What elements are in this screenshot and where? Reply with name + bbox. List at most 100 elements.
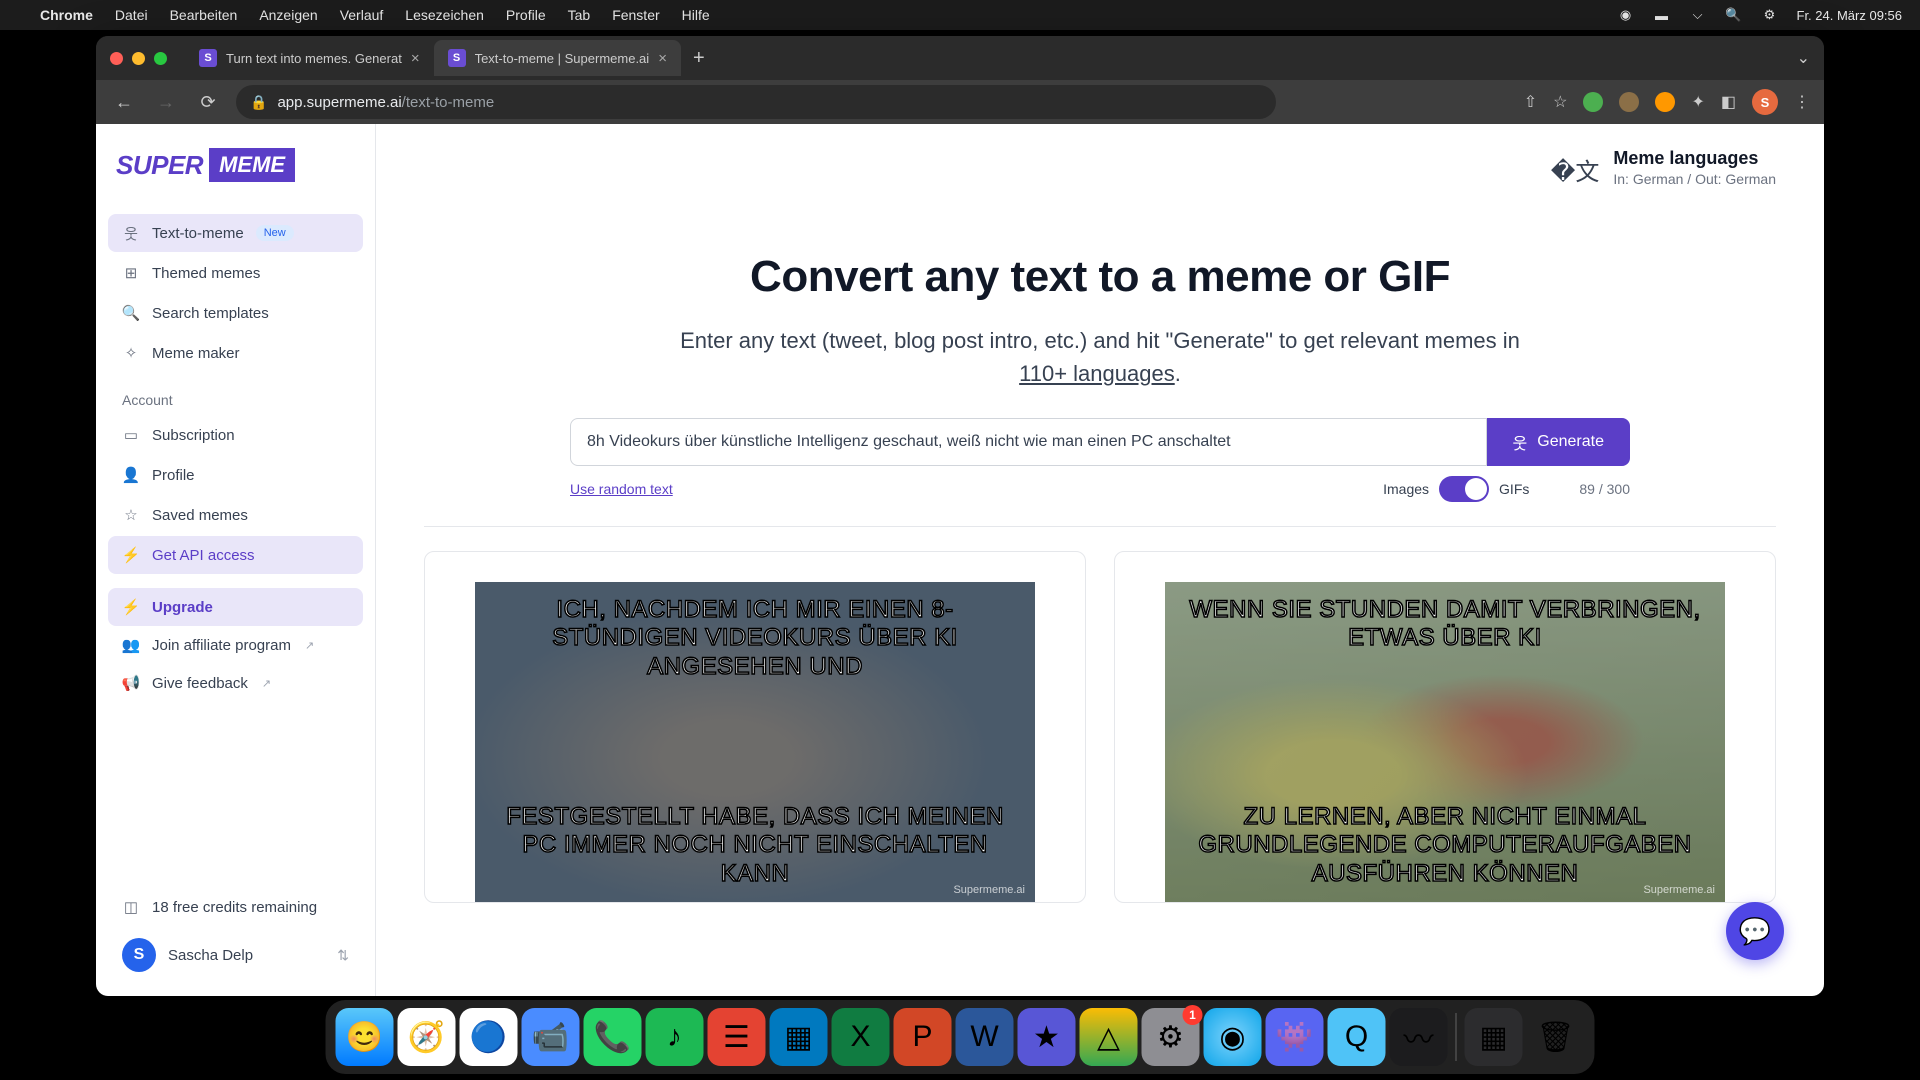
wifi-icon[interactable]: ⌵: [1689, 6, 1707, 24]
dock-separator: [1456, 1013, 1457, 1061]
sidebar-item-themed-memes[interactable]: ⊞ Themed memes: [108, 254, 363, 292]
dock-chrome[interactable]: 🔵: [460, 1008, 518, 1066]
profile-avatar[interactable]: S: [1752, 89, 1778, 115]
language-subtitle: In: German / Out: German: [1613, 171, 1776, 187]
chat-icon: 💬: [1739, 916, 1771, 947]
back-button[interactable]: ←: [110, 92, 138, 113]
dock-trash[interactable]: 🗑: [1527, 1008, 1585, 1066]
random-text-link[interactable]: Use random text: [570, 481, 673, 497]
sidebar-item-text-to-meme[interactable]: 웃 Text-to-meme New: [108, 214, 363, 252]
toggle-knob: [1465, 478, 1487, 500]
menu-anzeigen[interactable]: Anzeigen: [259, 7, 317, 23]
menu-datei[interactable]: Datei: [115, 7, 148, 23]
meme-bottom-text: ZU LERNEN, ABER NICHT EINMAL GRUNDLEGEND…: [1179, 803, 1711, 888]
dock-drive[interactable]: △: [1080, 1008, 1138, 1066]
results-grid: ICH, NACHDEM ICH MIR EINEN 8-STÜNDIGEN V…: [424, 551, 1776, 903]
minimize-window-button[interactable]: [132, 52, 145, 65]
lock-icon[interactable]: 🔒: [250, 94, 267, 111]
meme-text-input[interactable]: [570, 418, 1487, 466]
menu-verlauf[interactable]: Verlauf: [340, 7, 384, 23]
dock-discord[interactable]: 👾: [1266, 1008, 1324, 1066]
close-tab-icon[interactable]: ×: [411, 50, 420, 67]
sidebar-item-meme-maker[interactable]: ✧ Meme maker: [108, 334, 363, 372]
dock-safari[interactable]: 🧭: [398, 1008, 456, 1066]
sidebar-item-api-access[interactable]: ⚡ Get API access: [108, 536, 363, 574]
sidebar-item-saved-memes[interactable]: ☆ Saved memes: [108, 496, 363, 534]
spotlight-icon[interactable]: 🔍: [1725, 6, 1743, 24]
menubar-app-name[interactable]: Chrome: [40, 7, 93, 23]
sidebar-item-affiliate[interactable]: 👥 Join affiliate program ↗: [108, 626, 363, 664]
extension-icon[interactable]: [1655, 92, 1675, 112]
dock-voice[interactable]: 〰: [1390, 1008, 1448, 1066]
app-logo[interactable]: SUPER MEME: [116, 148, 355, 182]
dock-spotify[interactable]: ♪: [646, 1008, 704, 1066]
bolt-icon: ⚡: [122, 546, 140, 564]
meme-card[interactable]: ICH, NACHDEM ICH MIR EINEN 8-STÜNDIGEN V…: [424, 551, 1086, 903]
extensions-puzzle-icon[interactable]: ✦: [1691, 92, 1704, 112]
dock-whatsapp[interactable]: 📞: [584, 1008, 642, 1066]
close-window-button[interactable]: [110, 52, 123, 65]
new-tab-button[interactable]: +: [681, 47, 717, 70]
browser-tab-active[interactable]: S Text-to-meme | Supermeme.ai ×: [434, 40, 681, 76]
dock-todoist[interactable]: ☰: [708, 1008, 766, 1066]
dock-app-other[interactable]: ▦: [1465, 1008, 1523, 1066]
app-content: SUPER MEME 웃 Text-to-meme New ⊞ Themed m…: [96, 124, 1824, 996]
menu-hilfe[interactable]: Hilfe: [682, 7, 710, 23]
sidebar-item-subscription[interactable]: ▭ Subscription: [108, 416, 363, 454]
chrome-menu-icon[interactable]: ⋮: [1794, 92, 1810, 112]
extension-icon[interactable]: [1583, 92, 1603, 112]
sidebar-item-upgrade[interactable]: ⚡ Upgrade: [108, 588, 363, 626]
dock-app[interactable]: ◉: [1204, 1008, 1262, 1066]
battery-icon[interactable]: ▬: [1653, 6, 1671, 24]
dock-excel[interactable]: X: [832, 1008, 890, 1066]
menu-tab[interactable]: Tab: [568, 7, 591, 23]
record-icon[interactable]: ◉: [1617, 6, 1635, 24]
favicon-icon: S: [448, 49, 466, 67]
dock-quicktime[interactable]: Q: [1328, 1008, 1386, 1066]
dock-imovie[interactable]: ★: [1018, 1008, 1076, 1066]
external-link-icon: ↗: [262, 677, 271, 690]
bookmark-icon[interactable]: ☆: [1553, 92, 1567, 112]
languages-link[interactable]: 110+ languages: [1019, 361, 1175, 386]
forward-button[interactable]: →: [152, 92, 180, 113]
user-menu[interactable]: S Sascha Delp ⇅: [108, 926, 363, 984]
extension-icon[interactable]: [1619, 92, 1639, 112]
dock-powerpoint[interactable]: P: [894, 1008, 952, 1066]
reload-button[interactable]: ⟳: [194, 92, 222, 113]
language-selector[interactable]: �文 Meme languages In: German / Out: Germ…: [1551, 148, 1776, 187]
tabs-dropdown-icon[interactable]: ⌄: [1797, 48, 1810, 68]
sidebar-item-label: Saved memes: [152, 507, 248, 524]
menu-fenster[interactable]: Fenster: [612, 7, 659, 23]
images-gifs-toggle[interactable]: [1439, 476, 1489, 502]
sidebar-item-label: Search templates: [152, 305, 269, 322]
sidebar-item-search-templates[interactable]: 🔍 Search templates: [108, 294, 363, 332]
sidebar-item-label: Give feedback: [152, 675, 248, 692]
close-tab-icon[interactable]: ×: [658, 50, 667, 67]
page-title: Convert any text to a meme or GIF: [424, 252, 1776, 302]
meme-card[interactable]: WENN SIE STUNDEN DAMIT VERBRINGEN, ETWAS…: [1114, 551, 1776, 903]
dock-zoom[interactable]: 📹: [522, 1008, 580, 1066]
meme-bottom-text: FESTGESTELLT HABE, DASS ICH MEINEN PC IM…: [489, 803, 1021, 888]
generate-button[interactable]: 웃 Generate: [1487, 418, 1630, 466]
menubar-datetime[interactable]: Fr. 24. März 09:56: [1797, 8, 1903, 23]
sidebar-item-feedback[interactable]: 📢 Give feedback ↗: [108, 664, 363, 702]
sidepanel-icon[interactable]: ◧: [1721, 92, 1736, 112]
control-center-icon[interactable]: ⚙: [1761, 6, 1779, 24]
maximize-window-button[interactable]: [154, 52, 167, 65]
menu-bearbeiten[interactable]: Bearbeiten: [170, 7, 238, 23]
dock-word[interactable]: W: [956, 1008, 1014, 1066]
chat-fab[interactable]: 💬: [1726, 902, 1784, 960]
divider: [424, 526, 1776, 527]
meme-top-text: WENN SIE STUNDEN DAMIT VERBRINGEN, ETWAS…: [1179, 596, 1711, 653]
browser-tab[interactable]: S Turn text into memes. Generat ×: [185, 40, 434, 76]
menu-lesezeichen[interactable]: Lesezeichen: [405, 7, 484, 23]
share-icon[interactable]: ⇧: [1524, 92, 1537, 112]
new-badge: New: [256, 225, 294, 241]
dock-trello[interactable]: ▦: [770, 1008, 828, 1066]
dock-finder[interactable]: 😊: [336, 1008, 394, 1066]
dock-settings[interactable]: ⚙1: [1142, 1008, 1200, 1066]
toggle-label-images: Images: [1383, 481, 1429, 497]
sidebar-item-profile[interactable]: 👤 Profile: [108, 456, 363, 494]
address-bar[interactable]: 🔒 app.supermeme.ai/text-to-meme: [236, 85, 1276, 119]
menu-profile[interactable]: Profile: [506, 7, 546, 23]
